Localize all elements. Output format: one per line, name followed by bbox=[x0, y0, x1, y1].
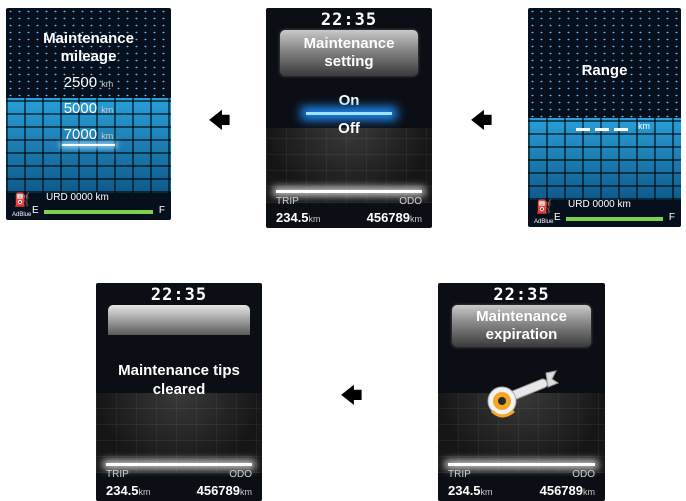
screen-maintenance-setting: 22:35 Maintenance setting On Off TRIP OD… bbox=[266, 8, 432, 228]
fuel-pump-icon: ⛽ bbox=[536, 199, 553, 214]
screen-title: Maintenance mileage bbox=[43, 30, 134, 65]
trip-label: TRIP bbox=[106, 469, 129, 480]
option-off[interactable]: Off bbox=[266, 120, 432, 137]
selection-glow bbox=[306, 112, 392, 115]
screen-maintenance-expiration: 22:35 Maintenance expiration TRIP ODO 23… bbox=[438, 283, 605, 501]
fuel-empty-label: E bbox=[554, 212, 561, 223]
fuel-gauge: ⛽ AdBlue E URD 0000 km F bbox=[534, 199, 675, 225]
screen-range: Range km ⛽ AdBlue E URD 0000 km F bbox=[528, 8, 681, 227]
clock: 22:35 bbox=[150, 285, 208, 305]
trip-label: TRIP bbox=[276, 196, 299, 207]
arrow-left-icon: 🡄 bbox=[470, 108, 493, 133]
screen-title: Range bbox=[581, 62, 628, 79]
selection-underline bbox=[62, 144, 115, 146]
floor-grid bbox=[96, 393, 262, 473]
trip-value: 234.5km bbox=[276, 210, 321, 225]
fuel-empty-label: E bbox=[32, 205, 39, 216]
trip-odo-bar: TRIP ODO 234.5km 456789km bbox=[438, 465, 605, 501]
cleared-message: Maintenance tips cleared bbox=[118, 362, 240, 398]
mileage-option-7000[interactable]: 7000 km bbox=[6, 126, 171, 146]
arrow-left-icon: 🡄 bbox=[208, 108, 231, 133]
screen-title: Maintenance expiration bbox=[452, 305, 591, 347]
trip-value: 234.5km bbox=[106, 483, 151, 498]
urd-readout: URD 0000 km bbox=[568, 199, 631, 210]
trip-odo-bar: TRIP ODO 234.5km 456789km bbox=[96, 465, 262, 501]
fuel-level-bar bbox=[566, 217, 663, 221]
screen-maintenance-cleared: 22:35 Maintenance tips cleared TRIP ODO … bbox=[96, 283, 262, 501]
trip-value: 234.5km bbox=[448, 483, 493, 498]
fuel-gauge: ⛽ AdBlue E URD 0000 km F bbox=[12, 192, 165, 218]
trip-label: TRIP bbox=[448, 469, 471, 480]
arrow-left-icon: 🡄 bbox=[340, 383, 363, 408]
odo-label: ODO bbox=[572, 469, 595, 480]
screen-maintenance-mileage: Maintenance mileage 2500 km 5000 km 7000… bbox=[6, 8, 171, 220]
fuel-level-bar bbox=[44, 210, 153, 214]
adblue-label: AdBlue bbox=[12, 212, 32, 218]
mileage-option-5000[interactable]: 5000 km bbox=[6, 100, 171, 117]
odo-value: 456789km bbox=[196, 483, 252, 498]
mileage-option-2500[interactable]: 2500 km bbox=[6, 74, 171, 91]
option-on[interactable]: On bbox=[266, 92, 432, 109]
range-value-placeholder bbox=[576, 118, 628, 136]
screen-title: Maintenance setting bbox=[280, 30, 418, 76]
range-unit: km bbox=[638, 121, 650, 131]
fuel-pump-icon: ⛽ bbox=[14, 192, 31, 207]
fuel-full-label: F bbox=[158, 205, 165, 216]
odo-label: ODO bbox=[229, 469, 252, 480]
fuel-full-label: F bbox=[668, 212, 675, 223]
odo-label: ODO bbox=[399, 196, 422, 207]
clock: 22:35 bbox=[493, 285, 550, 305]
urd-readout: URD 0000 km bbox=[46, 192, 109, 203]
adblue-label: AdBlue bbox=[534, 219, 554, 225]
header-glow bbox=[108, 305, 250, 335]
trip-odo-bar: TRIP ODO 234.5km 456789km bbox=[266, 192, 432, 228]
odo-value: 456789km bbox=[539, 483, 595, 498]
wrench-icon bbox=[487, 370, 560, 418]
clock: 22:35 bbox=[320, 10, 378, 30]
odo-value: 456789km bbox=[366, 210, 422, 225]
